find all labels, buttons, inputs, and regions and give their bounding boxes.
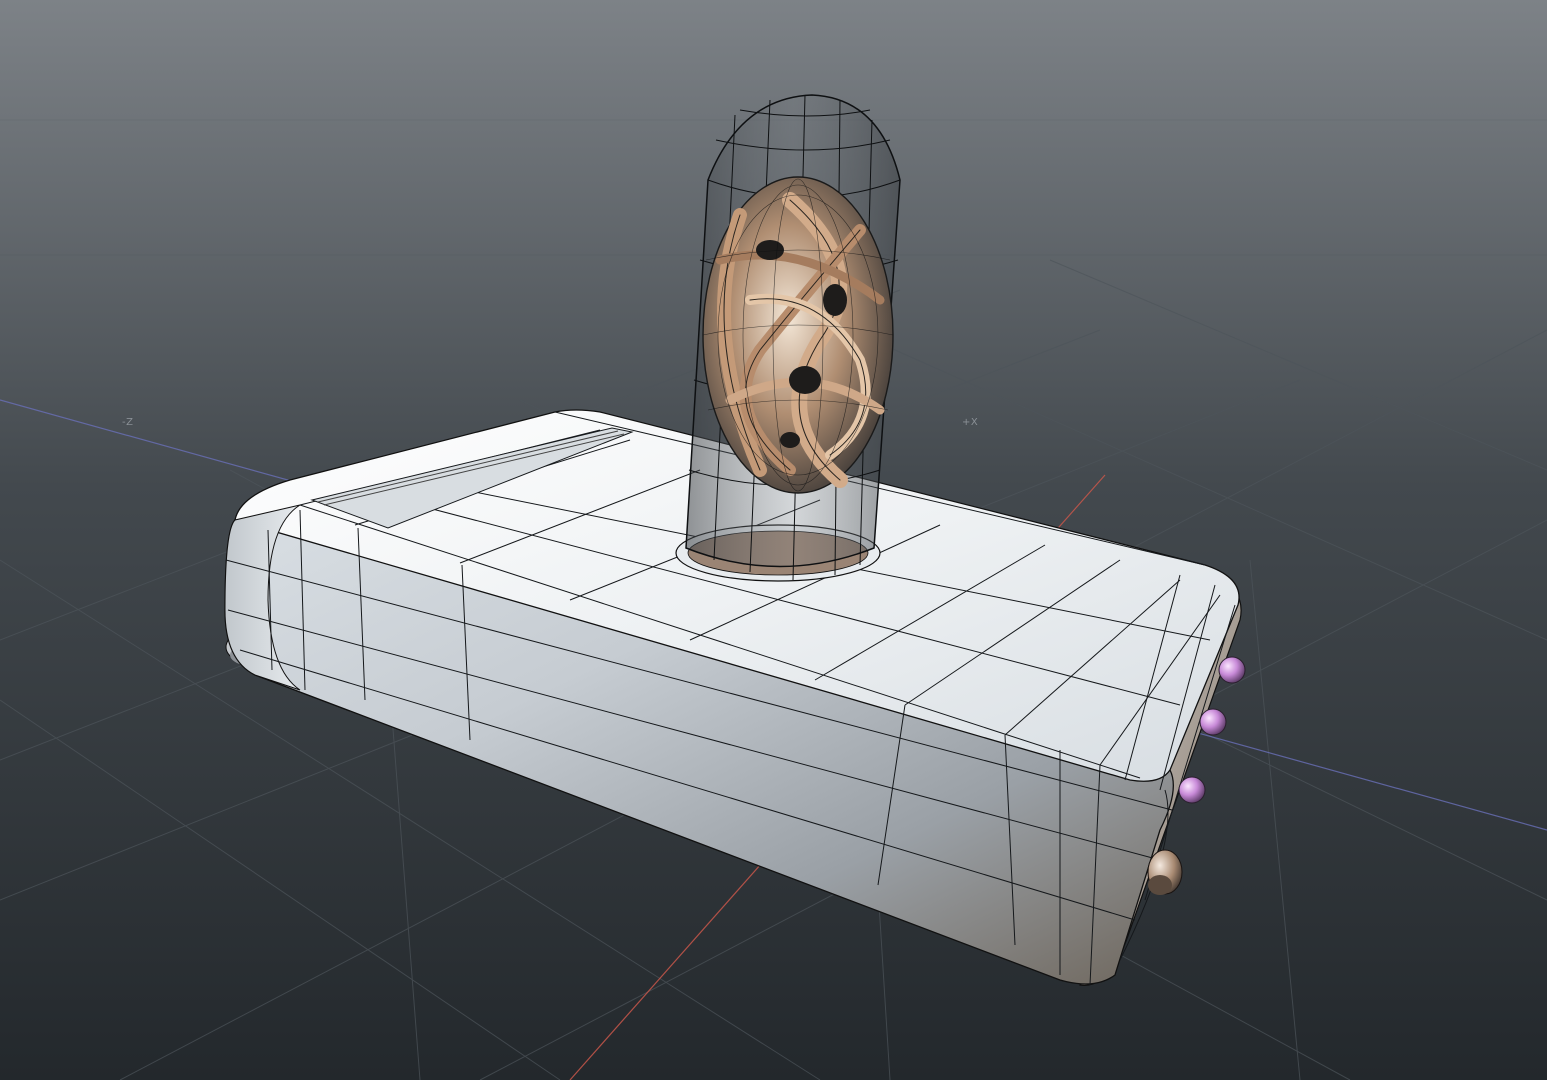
status-led-1[interactable] <box>1218 656 1246 684</box>
control-knob[interactable] <box>1147 849 1183 895</box>
viewport-canvas[interactable] <box>0 0 1547 1080</box>
3d-viewport[interactable]: -Z +X <box>0 0 1547 1080</box>
axis-label-neg-z: -Z <box>122 417 134 428</box>
organic-egg-core[interactable] <box>702 176 894 494</box>
axis-label-pos-x: +X <box>962 417 979 428</box>
status-led-3[interactable] <box>1178 776 1206 804</box>
status-led-2[interactable] <box>1199 708 1227 736</box>
